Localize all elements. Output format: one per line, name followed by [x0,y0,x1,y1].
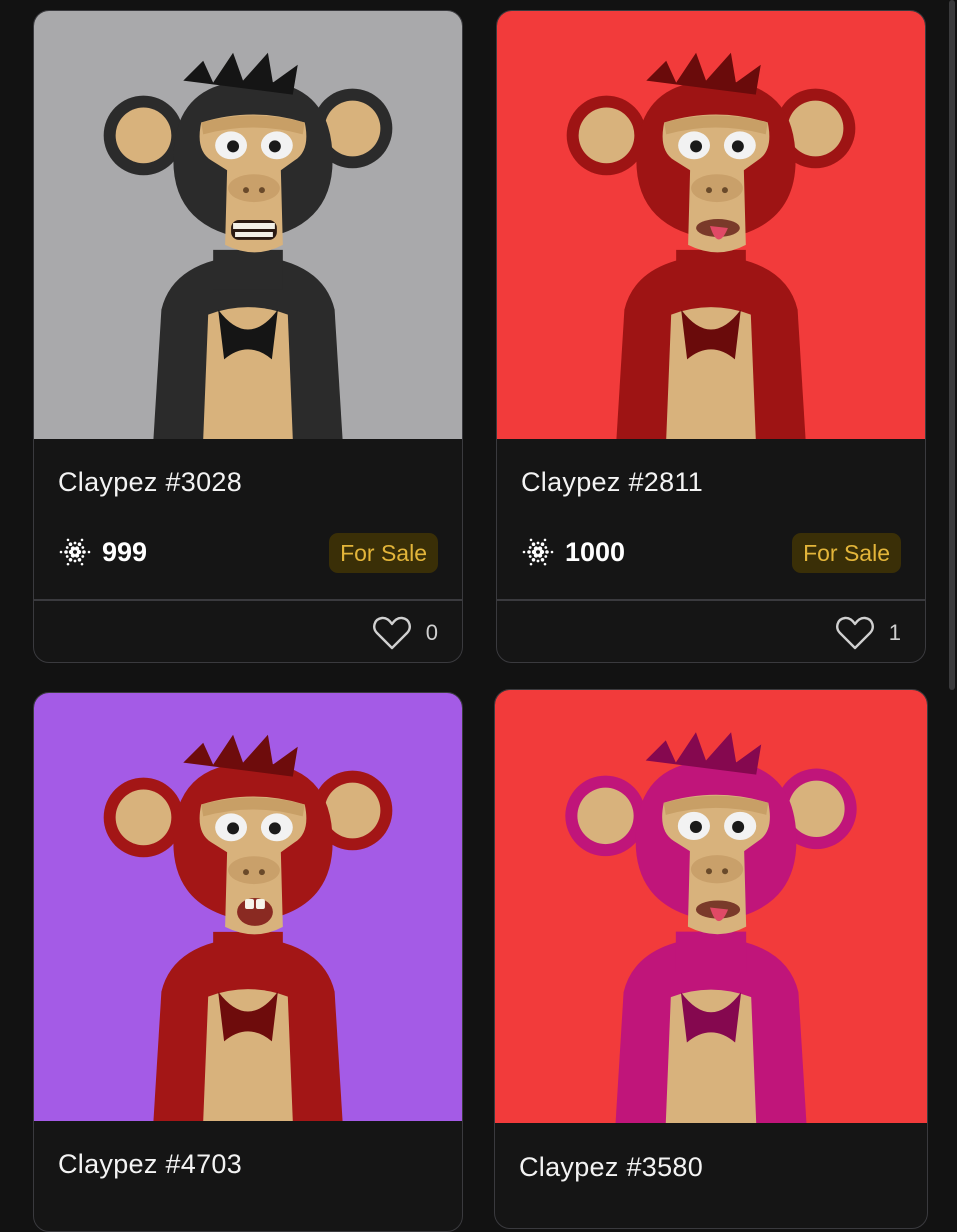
cardano-ada-icon [521,535,555,569]
status-badge: For Sale [792,533,901,573]
heart-outline-icon[interactable] [835,615,875,651]
nft-card[interactable]: Claypez #4703 [33,692,463,1232]
like-control[interactable]: 1 [835,615,901,651]
price: 1000 [521,535,625,569]
like-control[interactable]: 0 [372,615,438,651]
heart-outline-icon[interactable] [372,615,412,651]
divider [497,599,925,601]
price: 999 [58,535,147,569]
price-value: 999 [102,536,148,567]
like-count: 1 [888,620,901,645]
like-count: 0 [425,620,438,645]
nft-card[interactable]: Claypez #3028 999 For Sale 0 [33,10,463,663]
nft-title[interactable]: Claypez #3028 [58,467,242,498]
nft-image[interactable] [497,11,925,439]
divider [34,599,462,601]
cardano-ada-icon [58,535,92,569]
nft-title[interactable]: Claypez #2811 [521,467,703,498]
nft-image[interactable] [34,11,462,439]
nft-title[interactable]: Claypez #4703 [58,1149,242,1180]
nft-image[interactable] [495,690,927,1123]
status-badge: For Sale [329,533,438,573]
nft-image[interactable] [34,693,462,1121]
scrollbar[interactable] [949,0,955,690]
nft-card[interactable]: Claypez #2811 1000 For Sale 1 [496,10,926,663]
price-value: 1000 [565,536,626,567]
nft-card[interactable]: Claypez #3580 [494,689,928,1229]
nft-title[interactable]: Claypez #3580 [519,1152,703,1183]
